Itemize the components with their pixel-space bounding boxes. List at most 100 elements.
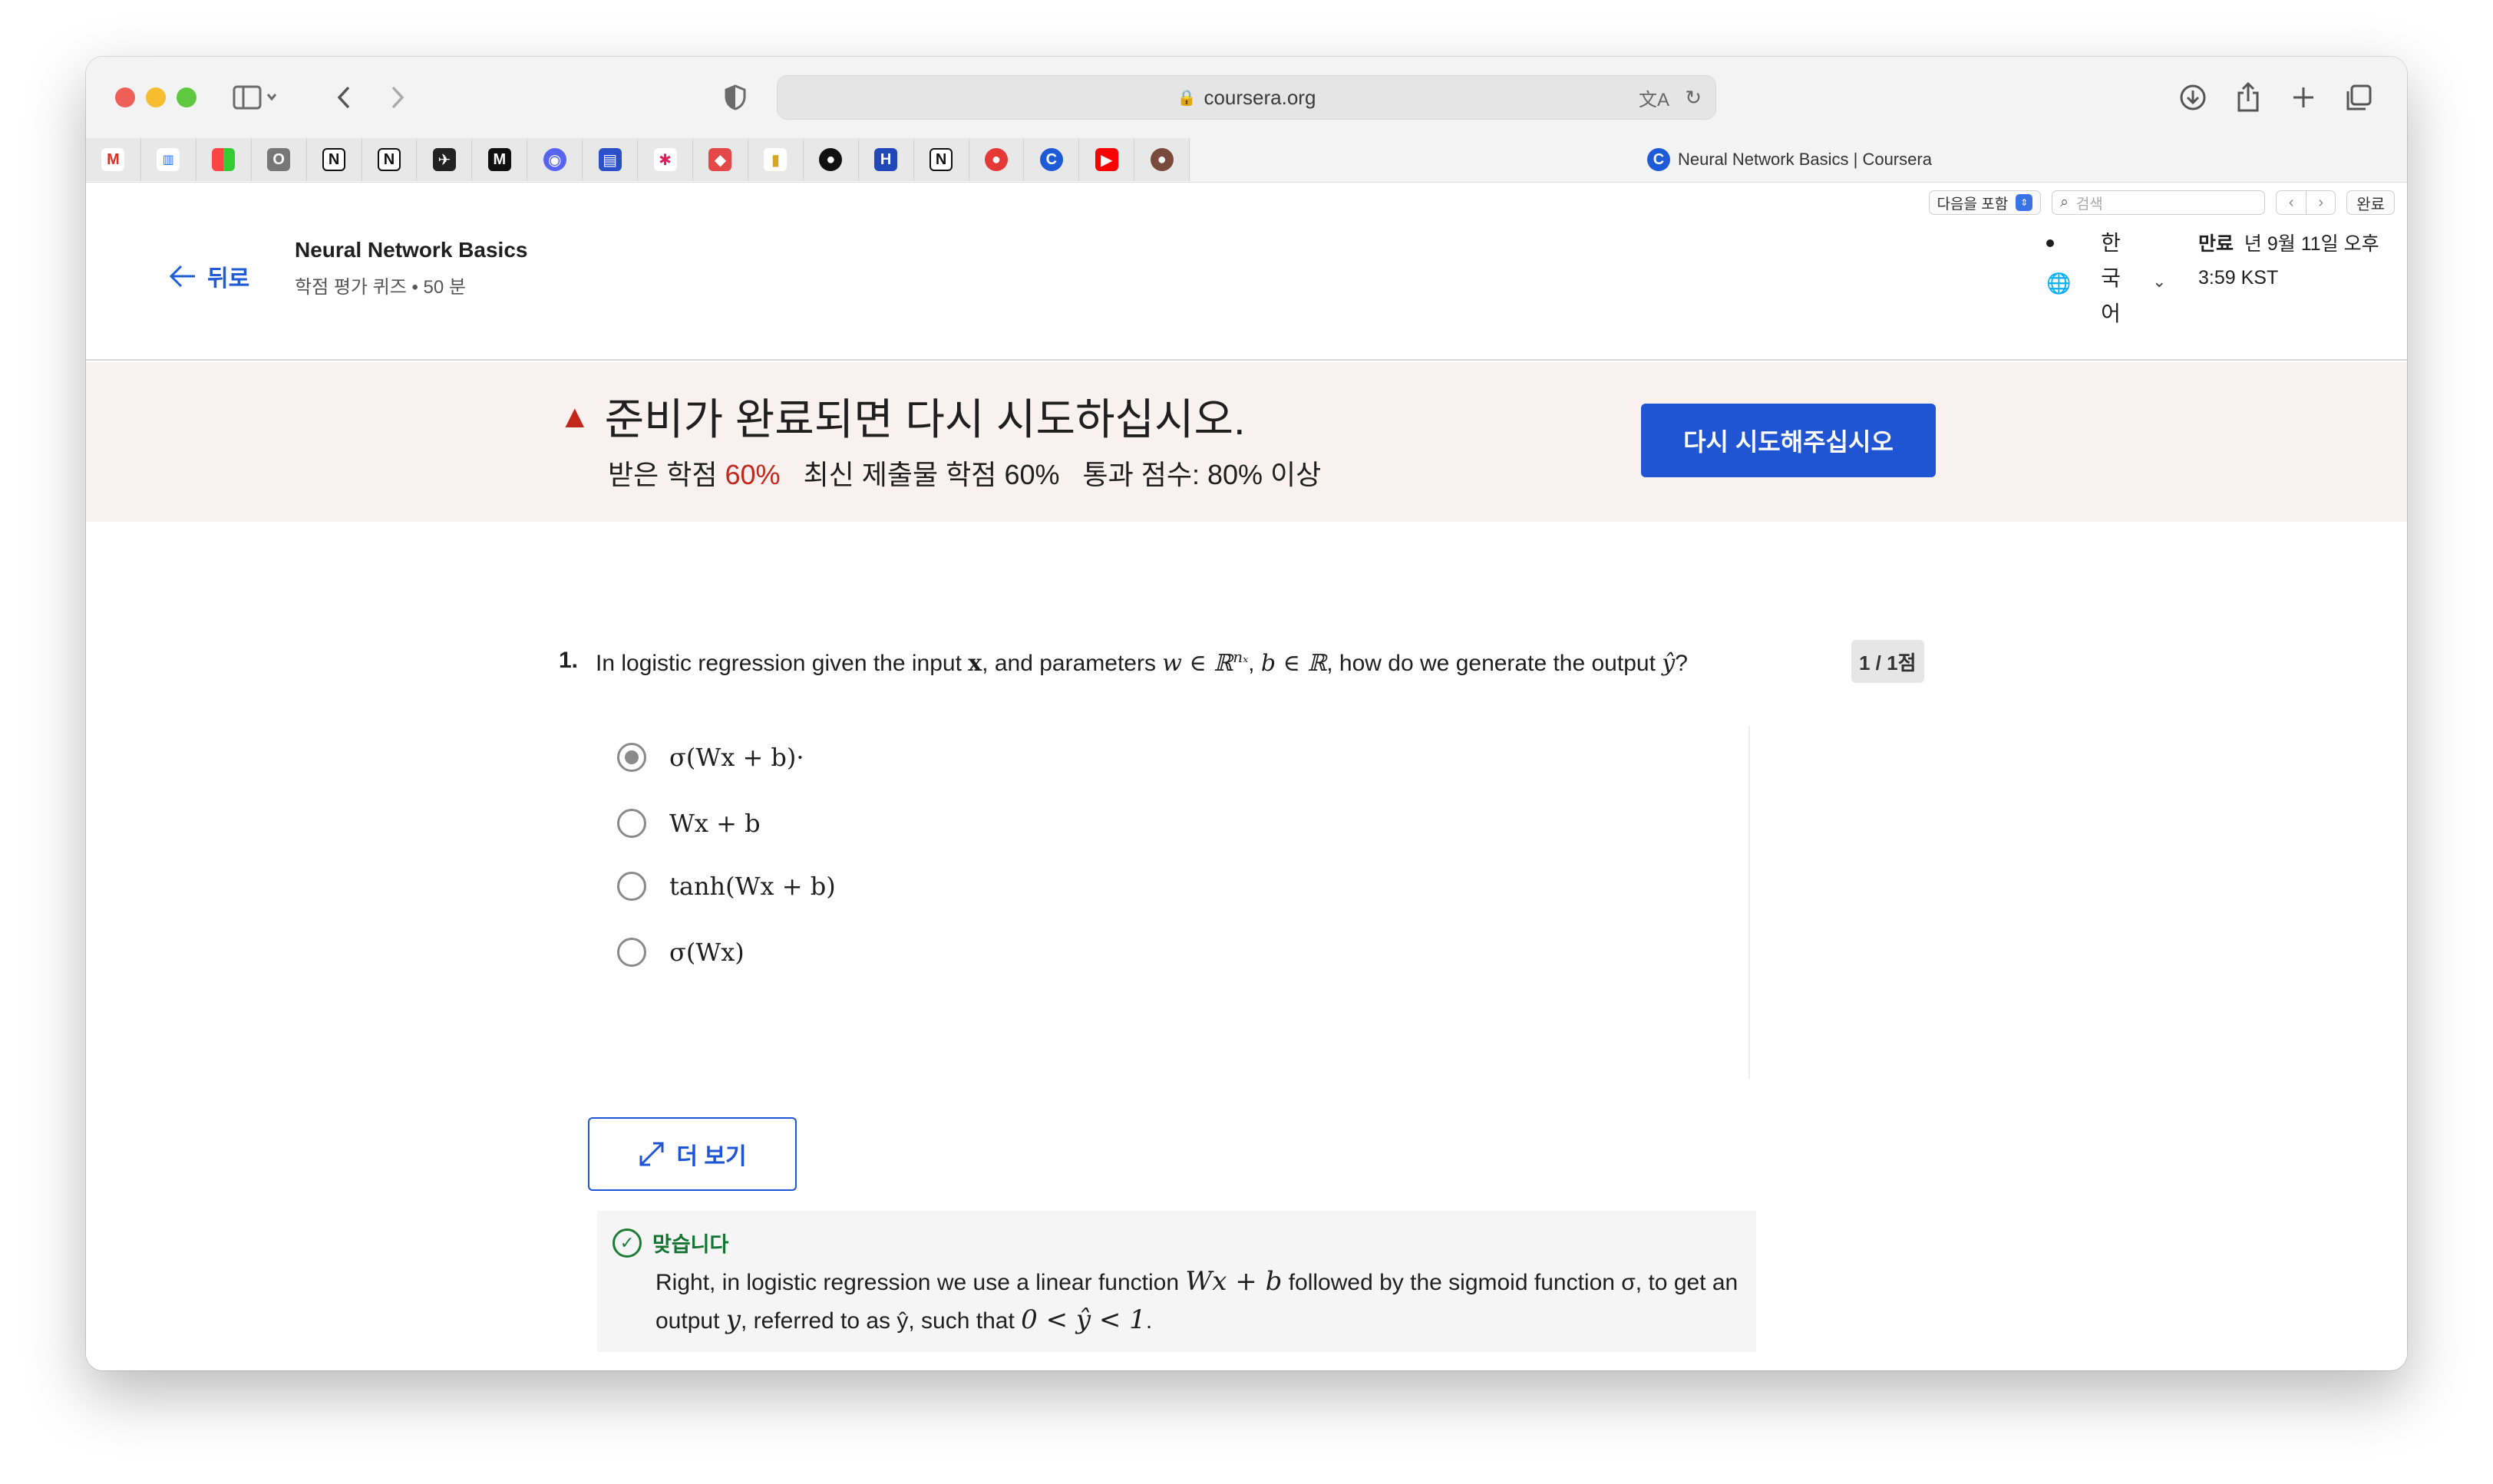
answer-options: σ(Wx + b)· Wx + b tanh(Wx + b) σ(Wx)	[617, 726, 1750, 1079]
bookmark-notion-1[interactable]: N	[307, 138, 362, 181]
minimize-window-button[interactable]	[146, 87, 166, 107]
grid-icon	[212, 148, 236, 171]
bookmark-barcode[interactable]: ▥	[141, 138, 196, 181]
bookmark-grid[interactable]	[196, 138, 252, 181]
downloads-icon[interactable]	[2174, 78, 2212, 117]
pass-score: 통과 점수: 80% 이상	[1083, 453, 1322, 493]
browser-toolbar: 🔒 coursera.org 文A ↻	[86, 57, 2407, 138]
option-2[interactable]: Wx + b	[617, 809, 761, 838]
bookmark-github[interactable]: ●	[804, 138, 859, 181]
pass-label: 통과 점수:	[1082, 459, 1200, 490]
tab-title-text: Neural Network Basics | Coursera	[1678, 150, 1932, 169]
bookmarks-bar: M ▥ O N N ✈ M ◉ ▤ ✱ ◆ ▮ ● H N ● C ▶ ● C …	[86, 138, 2407, 183]
bookmark-puzzle[interactable]: ◆	[693, 138, 748, 181]
coursera-favicon-icon: C	[1647, 148, 1670, 171]
see-more-button[interactable]: 더 보기	[588, 1117, 797, 1191]
q-text-a: In logistic regression given the input	[596, 651, 969, 676]
bookmark-discord[interactable]: ◉	[527, 138, 583, 181]
due-date-text: 년 9월 11일 오후	[2244, 233, 2379, 255]
bookmark-plane[interactable]: ✈	[417, 138, 473, 181]
bookmark-h[interactable]: H	[859, 138, 914, 181]
search-icon: ⌕	[2060, 194, 2069, 210]
bookmark-avatar[interactable]: ●	[1134, 138, 1190, 181]
language-char-1: 한	[2101, 231, 2121, 255]
radio-unselected[interactable]	[617, 809, 646, 838]
find-mode-select[interactable]: 다음을 포함 ⇕	[1928, 190, 2042, 215]
address-bar[interactable]: 🔒 coursera.org 文A ↻	[777, 75, 1716, 120]
zoom-window-button[interactable]	[177, 87, 196, 107]
radio-unselected[interactable]	[617, 872, 646, 901]
q-math-b: b ∈ ℝ	[1260, 650, 1327, 677]
active-tab[interactable]: C Neural Network Basics | Coursera	[1647, 138, 1932, 181]
due-label: 만료	[2198, 233, 2234, 255]
slack-icon: ✱	[653, 148, 677, 171]
bookmark-youtube[interactable]: ▶	[1079, 138, 1135, 181]
tag-icon: ▮	[764, 148, 788, 171]
find-next-icon[interactable]: ›	[2306, 191, 2335, 214]
banner-title: ▲ 준비가 완료되면 다시 시도하십시오.	[559, 385, 1246, 447]
bookmark-notion-3[interactable]: N	[914, 138, 969, 181]
translate-icon[interactable]: 文A	[1639, 84, 1669, 111]
discord-icon: ◉	[543, 148, 566, 171]
retry-button[interactable]: 다시 시도해주십시오	[1641, 404, 1936, 477]
received-label: 받은 학점	[608, 459, 718, 490]
find-mode-label: 다음을 포함	[1937, 196, 2009, 213]
option-1[interactable]: σ(Wx + b)·	[617, 743, 804, 772]
received-grade: 받은 학점 60%	[608, 453, 781, 493]
fb-math-b: y	[725, 1304, 741, 1335]
course-subtitle: 학점 평가 퀴즈 • 50 분	[295, 277, 466, 298]
q-text-e: ?	[1675, 651, 1688, 676]
option-label: σ(Wx + b)·	[669, 743, 804, 772]
sidebar-toggle-icon[interactable]	[229, 78, 282, 117]
check-circle-icon: ✓	[613, 1228, 642, 1258]
find-previous-icon[interactable]: ‹	[2277, 191, 2306, 214]
latest-value: 60%	[1004, 459, 1060, 490]
find-search-input[interactable]: ⌕ 검색	[2052, 190, 2266, 215]
due-time: 3:59 KST	[2198, 267, 2279, 289]
bookmark-tag[interactable]: ▮	[748, 138, 804, 181]
option-3[interactable]: tanh(Wx + b)	[617, 872, 836, 901]
bookmark-medium[interactable]: M	[472, 138, 528, 181]
bookmark-slack[interactable]: ✱	[638, 138, 693, 181]
notion-icon: N	[377, 148, 401, 171]
retry-banner: ▲ 준비가 완료되면 다시 시도하십시오. 받은 학점 60% 최신 제출물 학…	[86, 362, 2407, 522]
share-icon[interactable]	[2229, 78, 2267, 117]
radio-selected[interactable]	[617, 743, 646, 772]
find-nav: ‹ ›	[2276, 190, 2336, 215]
find-done-button[interactable]: 완료	[2346, 190, 2395, 215]
q-text-c: ,	[1248, 651, 1261, 676]
arrow-left-icon	[169, 265, 195, 288]
privacy-shield-icon[interactable]	[720, 78, 751, 117]
option-4[interactable]: σ(Wx)	[617, 938, 745, 967]
due-date: 만료 년 9월 11일 오후 3:59 KST	[2198, 227, 2379, 295]
medium-icon: M	[487, 148, 511, 171]
o-icon: O	[267, 148, 291, 171]
bookmark-notion-2[interactable]: N	[362, 138, 418, 181]
language-char-2: 국	[2101, 266, 2121, 290]
feedback-title: 맞습니다	[652, 1233, 729, 1256]
bookmark-coursera[interactable]: C	[1024, 138, 1080, 181]
back-nav-icon[interactable]	[329, 78, 359, 117]
record-icon: ●	[984, 148, 1008, 171]
pass-value: 80% 이상	[1207, 459, 1322, 490]
reload-icon[interactable]: ↻	[1685, 86, 1702, 110]
question-text: In logistic regression given the input x…	[596, 648, 1688, 677]
new-tab-icon[interactable]	[2284, 78, 2323, 117]
quiz-header: 다음을 포함 ⇕ ⌕ 검색 ‹ › 완료 뒤로 Neural Network B…	[86, 183, 2407, 361]
address-url: coursera.org	[1204, 85, 1316, 109]
language-char-3: 어	[2101, 302, 2121, 325]
select-arrows-icon: ⇕	[2016, 194, 2033, 211]
tab-overview-icon[interactable]	[2339, 78, 2378, 117]
radio-unselected[interactable]	[617, 938, 646, 967]
feedback-header: ✓ 맞습니다	[613, 1228, 728, 1258]
back-link[interactable]: 뒤로	[169, 259, 249, 293]
lock-icon: 🔒	[1177, 89, 1197, 107]
bookmark-o[interactable]: O	[252, 138, 307, 181]
h-icon: H	[874, 148, 898, 171]
bookmark-layout[interactable]: ▤	[583, 138, 639, 181]
close-window-button[interactable]	[115, 87, 135, 107]
bookmark-gmail[interactable]: M	[86, 138, 141, 181]
forward-nav-icon[interactable]	[382, 78, 413, 117]
bookmark-record[interactable]: ●	[969, 138, 1025, 181]
q-math-yhat: ŷ	[1662, 650, 1676, 677]
